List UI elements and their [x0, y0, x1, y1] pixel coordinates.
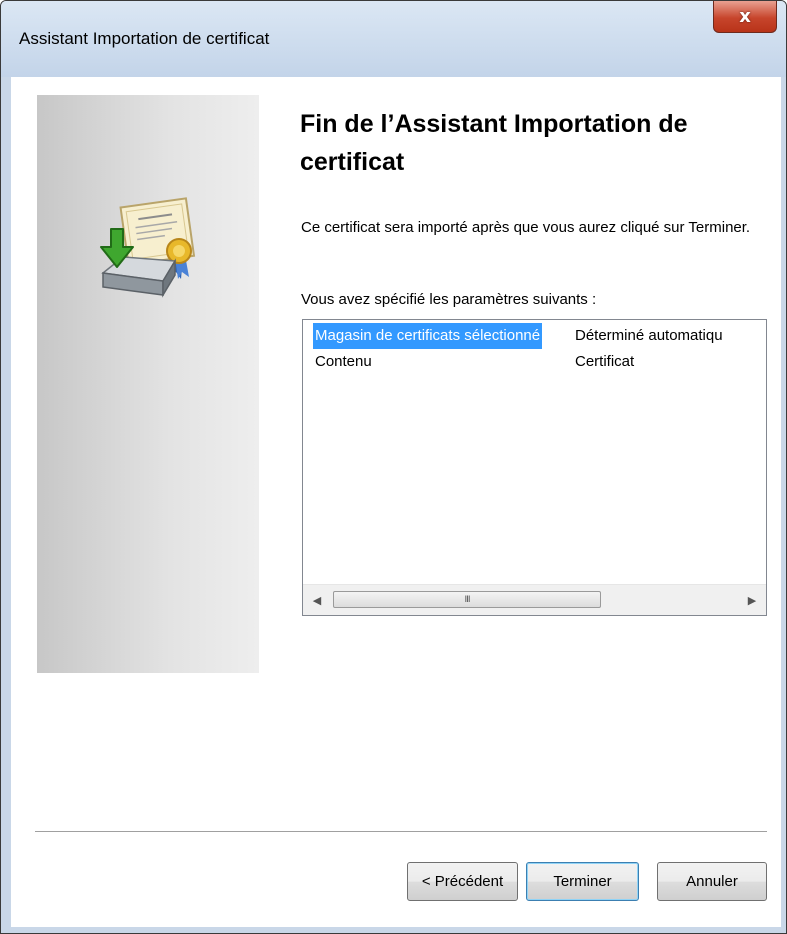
wizard-window: Assistant Importation de certificat x Fi… — [0, 0, 787, 934]
page-title: Fin de l’Assistant Importation de certif… — [300, 110, 688, 176]
setting-name: Contenu — [315, 353, 372, 370]
divider — [35, 831, 767, 833]
list-item[interactable]: Contenu Certificat — [303, 349, 766, 375]
scroll-left-icon[interactable]: ◀ — [305, 585, 329, 615]
close-icon: x — [739, 6, 751, 27]
wizard-side-panel — [37, 95, 259, 673]
horizontal-scrollbar[interactable]: ◀ III ▶ — [303, 584, 766, 615]
scroll-thumb[interactable]: III — [333, 591, 601, 608]
list-item[interactable]: Magasin de certificats sélectionné Déter… — [303, 323, 766, 349]
description-text: Ce certificat sera importé après que vou… — [301, 219, 751, 236]
setting-value: Déterminé automatiqu — [575, 327, 723, 344]
window-title: Assistant Importation de certificat — [19, 29, 270, 48]
settings-list[interactable]: Magasin de certificats sélectionné Déter… — [302, 319, 767, 616]
wizard-content: Fin de l’Assistant Importation de certif… — [11, 77, 781, 927]
settings-label: Vous avez spécifié les paramètres suivan… — [301, 291, 597, 308]
cancel-button[interactable]: Annuler — [657, 862, 767, 901]
setting-name: Magasin de certificats sélectionné — [313, 323, 543, 349]
certificate-import-icon — [100, 197, 196, 298]
close-button[interactable]: x — [713, 1, 777, 33]
finish-button[interactable]: Terminer — [526, 862, 639, 901]
scroll-right-icon[interactable]: ▶ — [740, 585, 764, 615]
title-bar[interactable]: Assistant Importation de certificat x — [1, 1, 786, 77]
setting-value: Certificat — [575, 353, 635, 370]
previous-button[interactable]: < Précédent — [407, 862, 518, 901]
grip-icon: III — [464, 595, 471, 605]
